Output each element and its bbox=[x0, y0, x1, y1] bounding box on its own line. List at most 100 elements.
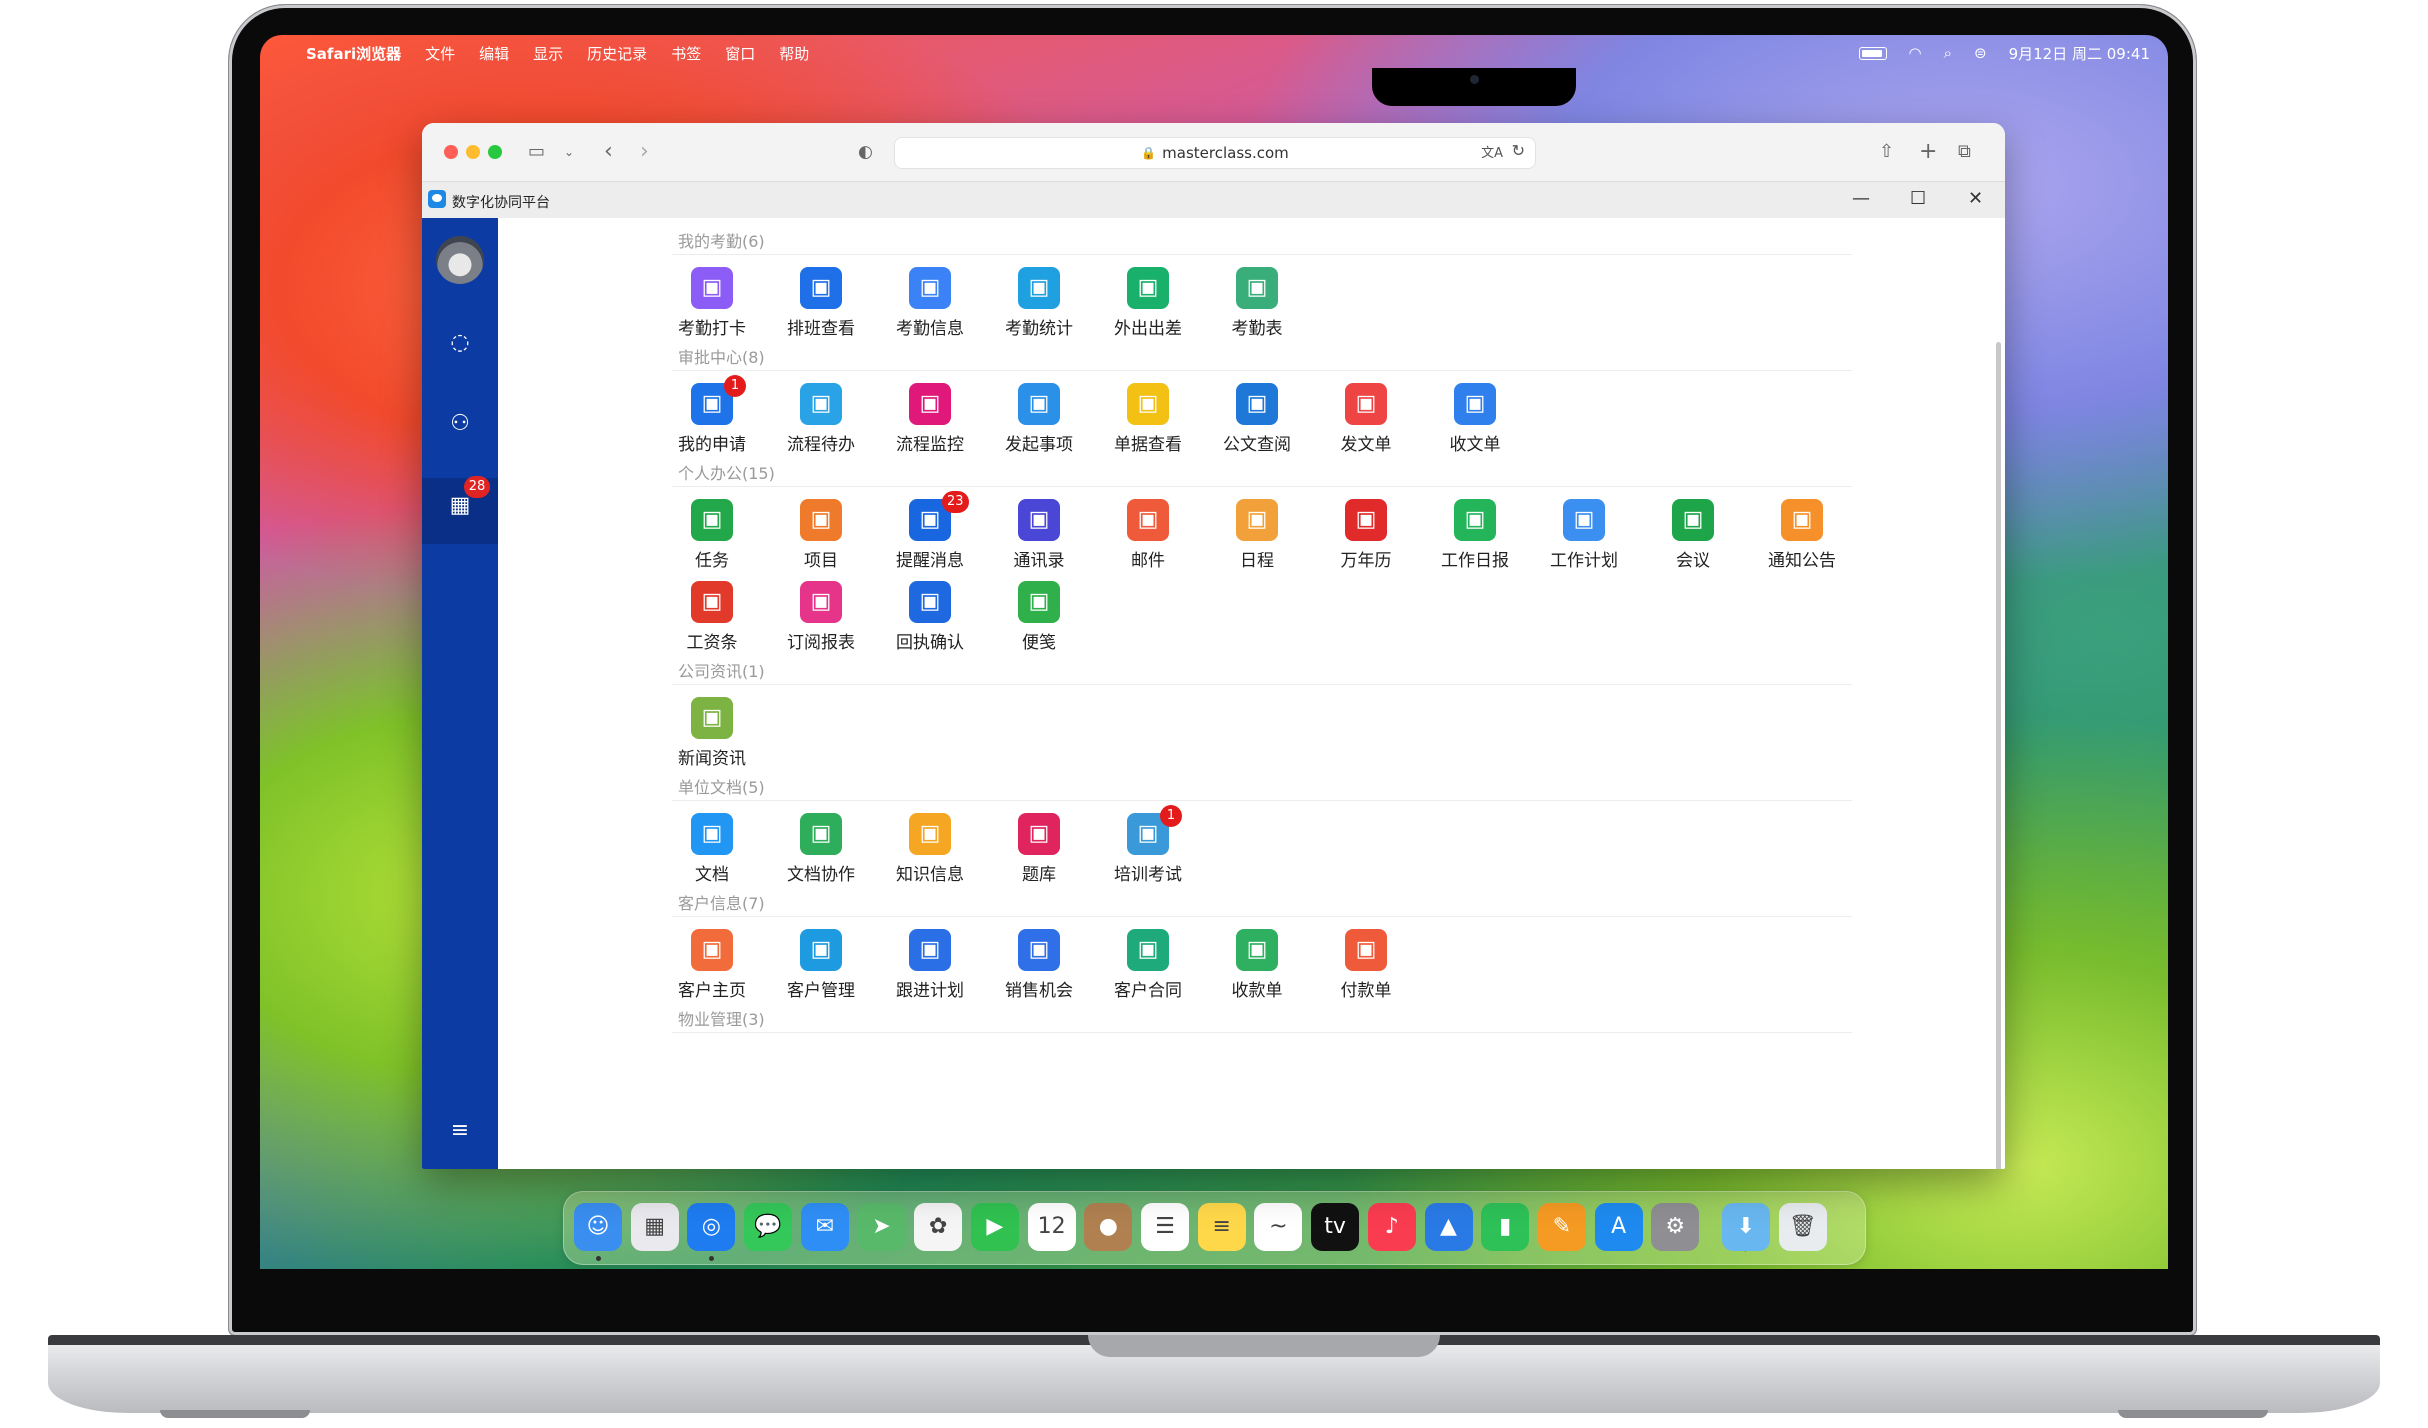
dock-keynote-icon[interactable]: ▲ bbox=[1424, 1203, 1473, 1251]
dock-facetime-icon[interactable]: ▶ bbox=[970, 1203, 1019, 1251]
dock-appletv-icon[interactable]: tv bbox=[1311, 1203, 1360, 1251]
menu-item-view[interactable]: 显示 bbox=[533, 43, 563, 64]
dock-appstore-icon[interactable]: A bbox=[1594, 1203, 1643, 1251]
translate-icon[interactable]: 文A bbox=[1481, 142, 1503, 161]
app-tile[interactable]: ▣ 考勤统计 bbox=[989, 257, 1089, 339]
app-tile[interactable]: ▣ 培训考试 1 bbox=[1098, 803, 1198, 885]
app-tile[interactable]: ▣ 便笺 bbox=[989, 571, 1089, 653]
app-tile[interactable]: ▣ 收文单 bbox=[1425, 373, 1525, 455]
app-tile[interactable]: ▣ 发起事项 bbox=[989, 373, 1089, 455]
menu-item-window[interactable]: 窗口 bbox=[725, 43, 755, 64]
reload-icon[interactable]: ↻ bbox=[1512, 141, 1525, 160]
app-tile[interactable]: ▣ 销售机会 bbox=[989, 919, 1089, 1001]
dock-downloads-icon[interactable]: ⬇ bbox=[1722, 1203, 1770, 1251]
dock-mail-icon[interactable]: ✉ bbox=[800, 1203, 849, 1251]
dock-pages-icon[interactable]: ✎ bbox=[1537, 1203, 1586, 1251]
dock-safari-icon[interactable]: ◎ bbox=[687, 1203, 736, 1251]
dock-freeform-icon[interactable]: ~ bbox=[1254, 1203, 1303, 1251]
app-tile[interactable]: ▣ 通知公告 bbox=[1752, 489, 1852, 571]
menu-clock[interactable]: 9月12日 周二 09:41 bbox=[2009, 43, 2150, 64]
avatar[interactable] bbox=[436, 236, 484, 284]
dock-settings-icon[interactable]: ⚙ bbox=[1651, 1203, 1700, 1251]
app-tile[interactable]: ▣ 公文查阅 bbox=[1207, 373, 1307, 455]
menu-item-file[interactable]: 文件 bbox=[425, 43, 455, 64]
minimize-window-button[interactable] bbox=[466, 145, 480, 159]
dock-trash-icon[interactable]: 🗑 bbox=[1778, 1203, 1827, 1251]
app-tile[interactable]: ▣ 付款单 bbox=[1316, 919, 1416, 1001]
app-tile[interactable]: ▣ 新闻资讯 bbox=[662, 687, 762, 769]
org-chart-icon[interactable]: ⚇ bbox=[422, 411, 498, 436]
dock-calendar-icon[interactable]: 12 bbox=[1027, 1203, 1076, 1251]
menu-item-bookmarks[interactable]: 书签 bbox=[671, 43, 701, 64]
dock-music-icon[interactable]: ♪ bbox=[1367, 1203, 1416, 1251]
app-tile[interactable]: ▣ 工作日报 bbox=[1425, 489, 1525, 571]
app-tile[interactable]: ▣ 题库 bbox=[989, 803, 1089, 885]
menu-app-name[interactable]: Safari浏览器 bbox=[306, 43, 401, 64]
app-tile[interactable]: ▣ 订阅报表 bbox=[771, 571, 871, 653]
app-tile[interactable]: ▣ 外出出差 bbox=[1098, 257, 1198, 339]
apps-grid-icon[interactable]: ▦ bbox=[422, 493, 498, 518]
app-tile[interactable]: ▣ 排班查看 bbox=[771, 257, 871, 339]
menu-item-help[interactable]: 帮助 bbox=[779, 43, 809, 64]
app-tile[interactable]: ▣ 文档协作 bbox=[771, 803, 871, 885]
dock-reminders-icon[interactable]: ☰ bbox=[1141, 1203, 1189, 1251]
app-tile[interactable]: ▣ 发文单 bbox=[1316, 373, 1416, 455]
address-bar[interactable]: 🔒 masterclass.com 文A ↻ bbox=[894, 137, 1536, 169]
chat-icon[interactable]: ◌ bbox=[422, 330, 498, 355]
menu-item-history[interactable]: 历史记录 bbox=[587, 43, 647, 64]
app-tile[interactable]: ▣ 跟进计划 bbox=[880, 919, 980, 1001]
app-tile[interactable]: ▣ 收款单 bbox=[1207, 919, 1307, 1001]
maximize-icon[interactable]: ☐ bbox=[1910, 188, 1926, 209]
minimize-icon[interactable]: — bbox=[1852, 188, 1870, 209]
app-tile[interactable]: ▣ 知识信息 bbox=[880, 803, 980, 885]
app-tile[interactable]: ▣ 提醒消息 23 bbox=[880, 489, 980, 571]
app-tile[interactable]: ▣ 会议 bbox=[1643, 489, 1743, 571]
app-tile[interactable]: ▣ 文档 bbox=[662, 803, 762, 885]
battery-icon[interactable] bbox=[1858, 46, 1887, 60]
wifi-icon[interactable]: ◠ bbox=[1909, 44, 1922, 62]
back-icon[interactable]: ‹ bbox=[604, 138, 613, 166]
app-tile[interactable]: ▣ 流程监控 bbox=[880, 373, 980, 455]
tab-overview-icon[interactable]: ⧉ bbox=[1958, 138, 1971, 166]
dock-numbers-icon[interactable]: ▮ bbox=[1481, 1203, 1530, 1251]
app-tile[interactable]: ▣ 项目 bbox=[771, 489, 871, 571]
app-tile[interactable]: ▣ 任务 bbox=[662, 489, 762, 571]
sidebar-toggle-icon[interactable]: ▭ bbox=[528, 138, 545, 166]
dock-launchpad-icon[interactable]: ▦ bbox=[630, 1203, 679, 1251]
app-tile[interactable]: ▣ 我的申请 1 bbox=[662, 373, 762, 455]
app-tile[interactable]: ▣ 邮件 bbox=[1098, 489, 1198, 571]
app-tile[interactable]: ▣ 单据查看 bbox=[1098, 373, 1198, 455]
app-tile[interactable]: ▣ 万年历 bbox=[1316, 489, 1416, 571]
app-tile[interactable]: ▣ 通讯录 bbox=[989, 489, 1089, 571]
app-tile[interactable]: ▣ 考勤信息 bbox=[880, 257, 980, 339]
menu-item-edit[interactable]: 编辑 bbox=[479, 43, 509, 64]
share-icon[interactable]: ⇧ bbox=[1879, 138, 1894, 166]
app-tile[interactable]: ▣ 客户管理 bbox=[771, 919, 871, 1001]
menu-hamburger-icon[interactable]: ≡ bbox=[422, 1118, 498, 1143]
scrollbar[interactable] bbox=[1996, 342, 2001, 1169]
dock-contacts-icon[interactable]: ● bbox=[1084, 1203, 1133, 1251]
new-tab-icon[interactable]: + bbox=[1919, 138, 1937, 166]
spotlight-search-icon[interactable]: ⌕ bbox=[1944, 44, 1952, 62]
dock-photos-icon[interactable]: ✿ bbox=[914, 1203, 963, 1251]
app-tile[interactable]: ▣ 日程 bbox=[1207, 489, 1307, 571]
app-tile[interactable]: ▣ 客户合同 bbox=[1098, 919, 1198, 1001]
app-tile[interactable]: ▣ 考勤表 bbox=[1207, 257, 1307, 339]
chevron-down-icon[interactable]: ⌄ bbox=[564, 138, 574, 166]
control-center-icon[interactable]: ⊜ bbox=[1974, 44, 1987, 62]
dock-messages-icon[interactable]: 💬 bbox=[744, 1203, 793, 1251]
dock-finder-icon[interactable]: ☺ bbox=[574, 1203, 622, 1251]
dock-maps-icon[interactable]: ➤ bbox=[857, 1203, 906, 1251]
app-tile[interactable]: ▣ 流程待办 bbox=[771, 373, 871, 455]
close-window-button[interactable] bbox=[444, 145, 458, 159]
dock-notes-icon[interactable]: ≡ bbox=[1197, 1203, 1246, 1251]
app-tile[interactable]: ▣ 工作计划 bbox=[1534, 489, 1634, 571]
app-tile[interactable]: ▣ 考勤打卡 bbox=[662, 257, 762, 339]
privacy-shield-icon[interactable]: ◐ bbox=[858, 138, 873, 166]
forward-icon[interactable]: › bbox=[640, 138, 649, 166]
app-tile[interactable]: ▣ 客户主页 bbox=[662, 919, 762, 1001]
app-tile[interactable]: ▣ 回执确认 bbox=[880, 571, 980, 653]
close-icon[interactable]: ✕ bbox=[1968, 188, 1983, 209]
app-tile[interactable]: ▣ 工资条 bbox=[662, 571, 762, 653]
zoom-window-button[interactable] bbox=[488, 145, 502, 159]
